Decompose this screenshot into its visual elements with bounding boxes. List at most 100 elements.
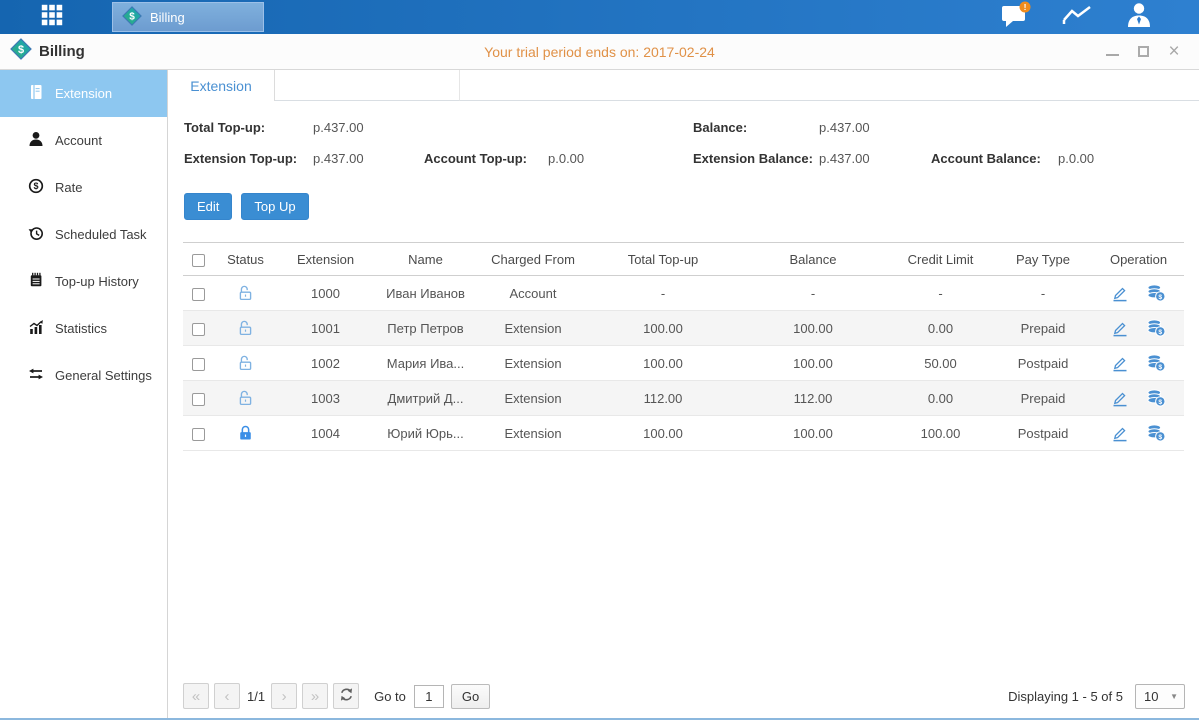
sidebar-item-extension[interactable]: Extension <box>0 70 167 117</box>
goto-page-input[interactable] <box>414 685 444 708</box>
sidebar-item-general-settings[interactable]: General Settings <box>0 352 167 399</box>
cell-balance: - <box>738 276 888 311</box>
resource-monitor-button[interactable] <box>1061 3 1093 31</box>
cell-extension: 1004 <box>278 416 373 451</box>
row-checkbox[interactable] <box>192 428 205 441</box>
taskbar-tab-billing[interactable]: $ Billing <box>112 2 264 32</box>
close-button[interactable]: × <box>1167 45 1181 59</box>
maximize-icon <box>1138 46 1149 57</box>
maximize-button[interactable] <box>1136 45 1150 59</box>
goto-label: Go to <box>374 689 406 704</box>
sidebar-item-topup-history[interactable]: Top-up History <box>0 258 167 305</box>
displaying-text: Displaying 1 - 5 of 5 <box>1008 689 1123 704</box>
notifications-button[interactable]: ! <box>999 3 1031 31</box>
edit-row-icon[interactable] <box>1111 285 1129 302</box>
table-body: 1000 Иван Иванов Account - - - - <box>183 276 1184 451</box>
column-header-name: Name <box>373 243 478 276</box>
row-checkbox[interactable] <box>192 323 205 336</box>
extension-table: Status Extension Name Charged From Total… <box>183 242 1184 451</box>
pagination-bar: « ‹ 1/1 › » Go to <box>168 679 1199 719</box>
column-header-extension: Extension <box>278 243 373 276</box>
tab-strip-empty <box>275 70 460 101</box>
cell-name: Дмитрий Д... <box>373 381 478 416</box>
row-checkbox[interactable] <box>192 288 205 301</box>
cell-extension: 1000 <box>278 276 373 311</box>
column-header-charged-from: Charged From <box>478 243 588 276</box>
top-bar: $ Billing ! <box>0 0 1199 34</box>
topup-row-icon[interactable]: $ <box>1146 389 1166 407</box>
edit-row-icon[interactable] <box>1111 390 1129 407</box>
cell-extension: 1003 <box>278 381 373 416</box>
sidebar-item-label: Statistics <box>55 321 107 336</box>
balance-label: Balance: <box>693 120 747 135</box>
summary-panel: Total Top-up: p.437.00 Balance: p.437.00… <box>168 101 1199 187</box>
table-row: 1001 Петр Петров Extension 100.00 100.00… <box>183 311 1184 346</box>
refresh-icon <box>339 687 354 706</box>
unlock-icon <box>237 389 254 407</box>
cell-balance: 112.00 <box>738 381 888 416</box>
unlock-icon <box>237 319 254 337</box>
svg-text:$: $ <box>129 11 135 22</box>
sidebar-item-scheduled-task[interactable]: Scheduled Task <box>0 211 167 258</box>
page-size-dropdown[interactable]: 10 ▼ <box>1135 684 1185 709</box>
cell-pay-type: Postpaid <box>993 416 1093 451</box>
table-row: 1004 Юрий Юрь... Extension 100.00 100.00… <box>183 416 1184 451</box>
row-checkbox[interactable] <box>192 358 205 371</box>
app-grid-icon <box>39 2 65 33</box>
unlock-icon <box>237 284 254 302</box>
first-page-button[interactable]: « <box>183 683 209 709</box>
edit-row-icon[interactable] <box>1111 320 1129 337</box>
svg-text:$: $ <box>33 181 38 191</box>
last-page-button[interactable]: » <box>302 683 328 709</box>
cell-pay-type: Prepaid <box>993 311 1093 346</box>
sidebar-item-label: Rate <box>55 180 82 195</box>
extension-topup-label: Extension Top-up: <box>184 151 297 166</box>
table-row: 1000 Иван Иванов Account - - - - <box>183 276 1184 311</box>
edit-button[interactable]: Edit <box>184 193 232 220</box>
prev-page-button[interactable]: ‹ <box>214 683 240 709</box>
edit-row-icon[interactable] <box>1111 355 1129 372</box>
sidebar-item-rate[interactable]: $ Rate <box>0 164 167 211</box>
tab-strip-rest <box>460 70 1199 101</box>
topup-row-icon[interactable]: $ <box>1146 424 1166 442</box>
edit-row-icon[interactable] <box>1111 425 1129 442</box>
svg-text:$: $ <box>1158 294 1162 301</box>
user-account-button[interactable] <box>1123 3 1155 31</box>
column-header-operation: Operation <box>1093 243 1184 276</box>
sidebar-item-label: Extension <box>55 86 112 101</box>
app-launcher-button[interactable] <box>36 2 68 32</box>
topup-row-icon[interactable]: $ <box>1146 354 1166 372</box>
table-row: 1003 Дмитрий Д... Extension 112.00 112.0… <box>183 381 1184 416</box>
topup-row-icon[interactable]: $ <box>1146 284 1166 302</box>
notification-badge: ! <box>1023 2 1026 12</box>
refresh-button[interactable] <box>333 683 359 709</box>
sidebar-item-label: General Settings <box>55 368 152 383</box>
sidebar-item-account[interactable]: Account <box>0 117 167 164</box>
billing-app-window: $ Billing ! <box>0 0 1199 720</box>
topup-button[interactable]: Top Up <box>241 193 308 220</box>
page-size-value: 10 <box>1136 689 1170 704</box>
main-area: Extension Account $ Rate <box>0 70 1199 719</box>
tab-extension[interactable]: Extension <box>168 70 275 101</box>
billing-diamond-icon: $ <box>10 38 32 65</box>
select-all-checkbox[interactable] <box>192 254 205 267</box>
row-checkbox[interactable] <box>192 393 205 406</box>
cell-name: Петр Петров <box>373 311 478 346</box>
sidebar: Extension Account $ Rate <box>0 70 168 719</box>
topup-row-icon[interactable]: $ <box>1146 319 1166 337</box>
column-header-credit-limit: Credit Limit <box>888 243 993 276</box>
sidebar-item-label: Scheduled Task <box>55 227 147 242</box>
extension-balance-label: Extension Balance: <box>693 151 813 166</box>
cell-charged-from: Account <box>478 276 588 311</box>
unlock-icon <box>237 354 254 372</box>
minimize-button[interactable] <box>1105 45 1119 59</box>
sidebar-item-statistics[interactable]: Statistics <box>0 305 167 352</box>
svg-text:$: $ <box>1158 329 1162 336</box>
cell-credit-limit: - <box>888 276 993 311</box>
next-page-button[interactable]: › <box>271 683 297 709</box>
page-indicator: 1/1 <box>247 689 265 704</box>
window-title: Billing <box>39 43 85 60</box>
table-row: 1002 Мария Ива... Extension 100.00 100.0… <box>183 346 1184 381</box>
cell-total-topup: 100.00 <box>588 311 738 346</box>
go-button[interactable]: Go <box>451 684 490 709</box>
